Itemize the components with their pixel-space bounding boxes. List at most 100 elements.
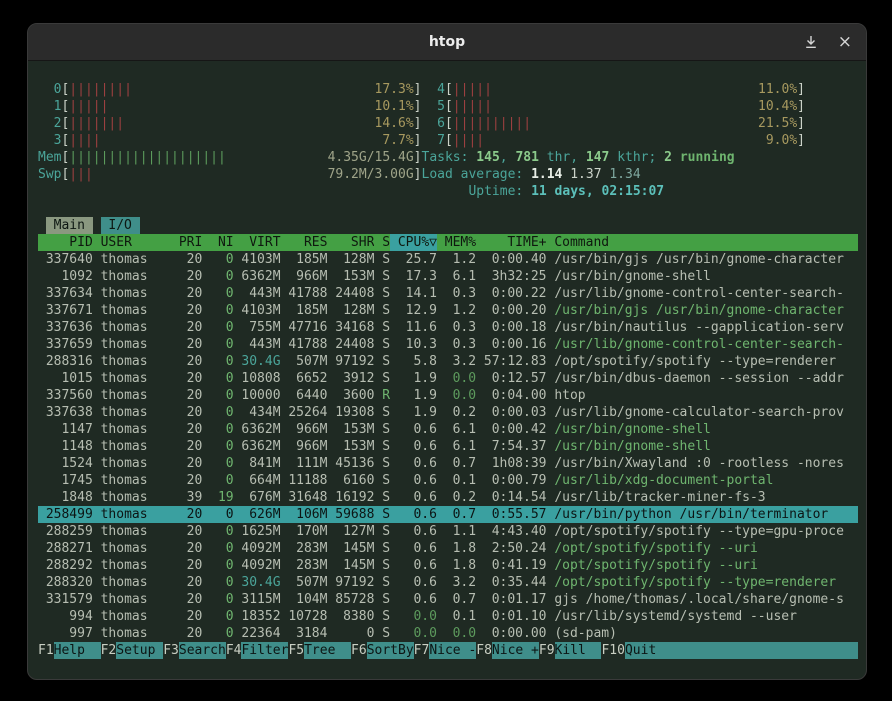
fnkey-f5[interactable]: F5Tree [288,642,351,659]
process-row[interactable]: 997thomas2002236431840S0.00.00:00.00(sd-… [38,625,858,642]
info-segment: 145 [476,150,499,165]
titlebar[interactable]: htop × [28,24,866,61]
info-segment: 781 [515,150,538,165]
fnkey-f2[interactable]: F2Setup [101,642,164,659]
cell-ni: 19 [202,489,233,506]
fnkey-f10[interactable]: F10Quit [601,642,671,659]
cell-s: S [374,540,390,557]
cell-s: S [374,353,390,370]
header-time[interactable]: TIME+ [476,234,546,251]
process-row[interactable]: 1147thomas2006362M966M153MS0.66.10:00.42… [38,421,858,438]
process-row[interactable]: 337671thomas2004103M185M128MS12.91.20:00… [38,302,858,319]
meter-label: 7 [422,132,445,149]
process-row[interactable]: 288271thomas2004092M283M145MS0.61.82:50.… [38,540,858,557]
cell-command: /usr/bin/gnome-shell [547,421,859,438]
process-row[interactable]: 994thomas20018352107288380S0.00.10:01.10… [38,608,858,625]
cell-cpu: 0.6 [390,438,437,455]
download-button[interactable] [802,33,820,51]
fnkey-f4[interactable]: F4Filter [226,642,289,659]
header-user[interactable]: USER [93,234,171,251]
process-row[interactable]: 288316thomas20030.4G507M97192S5.83.257:1… [38,353,858,370]
cpu-meter-1: 1[|||||10.1%] [38,98,422,115]
cell-ni: 0 [202,506,233,523]
meter-track: |||||11.0% [453,81,797,98]
process-row[interactable]: 1524thomas200841M111M45136S0.60.71h08:39… [38,455,858,472]
process-row[interactable]: 288292thomas2004092M283M145MS0.61.80:41.… [38,557,858,574]
meter-close-bracket: ] [797,81,805,98]
cell-time: 0:00.00 [476,625,546,642]
cell-res: 6440 [281,387,328,404]
header-res[interactable]: RES [281,234,328,251]
cell-pid: 1524 [38,455,93,472]
cell-time: 0:00.16 [476,336,546,353]
cell-mem: 0.1 [437,472,476,489]
cell-ni: 0 [202,285,233,302]
process-row[interactable]: 288259thomas2001625M170M127MS0.61.14:43.… [38,523,858,540]
process-table: PIDUSERPRINIVIRTRESSHRSCPU%▽MEM%TIME+Com… [38,234,858,642]
process-row[interactable]: 288320thomas20030.4G507M97192S0.63.20:35… [38,574,858,591]
process-row[interactable]: 337638thomas200434M2526419308S1.90.20:00… [38,404,858,421]
fnkey-f3[interactable]: F3Search [163,642,226,659]
cell-mem: 1.8 [437,557,476,574]
process-row[interactable]: 1015thomas2001080866523912S1.90.00:12.57… [38,370,858,387]
header-pri[interactable]: PRI [171,234,202,251]
header-cpu[interactable]: CPU%▽ [390,234,437,251]
fnkey-f9[interactable]: F9Kill [539,642,602,659]
cell-command: /usr/bin/Xwayland :0 -rootless -nores [547,455,859,472]
process-row[interactable]: 1848thomas3919676M3164816192S0.60.20:14.… [38,489,858,506]
fnkey-f7[interactable]: F7Nice - [414,642,477,659]
fn-action-label: Nice - [429,642,476,659]
cell-shr: 59688 [327,506,374,523]
process-row[interactable]: 337560thomas2001000064403600R1.90.00:04.… [38,387,858,404]
header-mem[interactable]: MEM% [437,234,476,251]
cpu-meter-7: 7[||||9.0%] [422,132,806,149]
fn-action-label: Quit [625,642,672,659]
cell-ni: 0 [202,387,233,404]
header-shr[interactable]: SHR [327,234,374,251]
cell-shr: 127M [327,523,374,540]
cell-user: thomas [93,472,171,489]
header-s[interactable]: S [374,234,390,251]
process-row[interactable]: 1148thomas2006362M966M153MS0.66.17:54.37… [38,438,858,455]
close-button[interactable]: × [836,32,854,53]
fnkey-f1[interactable]: F1Help [38,642,101,659]
process-row[interactable]: 337640thomas2004103M185M128MS25.71.20:00… [38,251,858,268]
fn-key-label: F2 [101,642,117,659]
fn-key-label: F9 [539,642,555,659]
process-row[interactable]: 331579thomas2003115M104M85728S0.60.70:01… [38,591,858,608]
screen-tabs: Main I/O [38,217,858,234]
terminal: 0[||||||||17.3%]1[|||||10.1%]2[|||||||14… [28,61,866,659]
tab-io[interactable]: I/O [101,217,140,234]
header-ni[interactable]: NI [202,234,233,251]
cell-command: /opt/spotify/spotify --uri [547,557,859,574]
header-pid[interactable]: PID [38,234,93,251]
process-row[interactable]: 337636thomas200755M4771634168S11.60.30:0… [38,319,858,336]
cell-virt: 22364 [234,625,281,642]
meter-bars: ||| [69,167,92,182]
process-row[interactable]: 258499thomas200626M106M59688S0.60.70:55.… [38,506,858,523]
cell-s: S [374,455,390,472]
cell-ni: 0 [202,540,233,557]
cell-s: S [374,336,390,353]
header-virt[interactable]: VIRT [234,234,281,251]
process-row[interactable]: 1092thomas2006362M966M153MS17.36.13h32:2… [38,268,858,285]
cell-ni: 0 [202,421,233,438]
process-row[interactable]: 337634thomas200443M4178824408S14.10.30:0… [38,285,858,302]
process-row[interactable]: 1745thomas200664M111886160S0.60.10:00.79… [38,472,858,489]
tab-main[interactable]: Main [46,217,93,234]
fnkey-f6[interactable]: F6SortBy [351,642,414,659]
cell-virt: 664M [234,472,281,489]
process-row[interactable]: 337659thomas200443M4178824408S10.30.30:0… [38,336,858,353]
header-command[interactable]: Command [547,234,859,251]
cell-user: thomas [93,438,171,455]
cell-user: thomas [93,506,171,523]
cell-shr: 3912 [327,370,374,387]
cell-res: 283M [281,540,328,557]
fnkey-f8[interactable]: F8Nice + [476,642,539,659]
meter-bars: ||||| [453,82,492,97]
cell-shr: 24408 [327,336,374,353]
meter-value: 10.4% [758,98,797,115]
table-header: PIDUSERPRINIVIRTRESSHRSCPU%▽MEM%TIME+Com… [38,234,858,251]
cell-virt: 4092M [234,540,281,557]
cell-virt: 676M [234,489,281,506]
